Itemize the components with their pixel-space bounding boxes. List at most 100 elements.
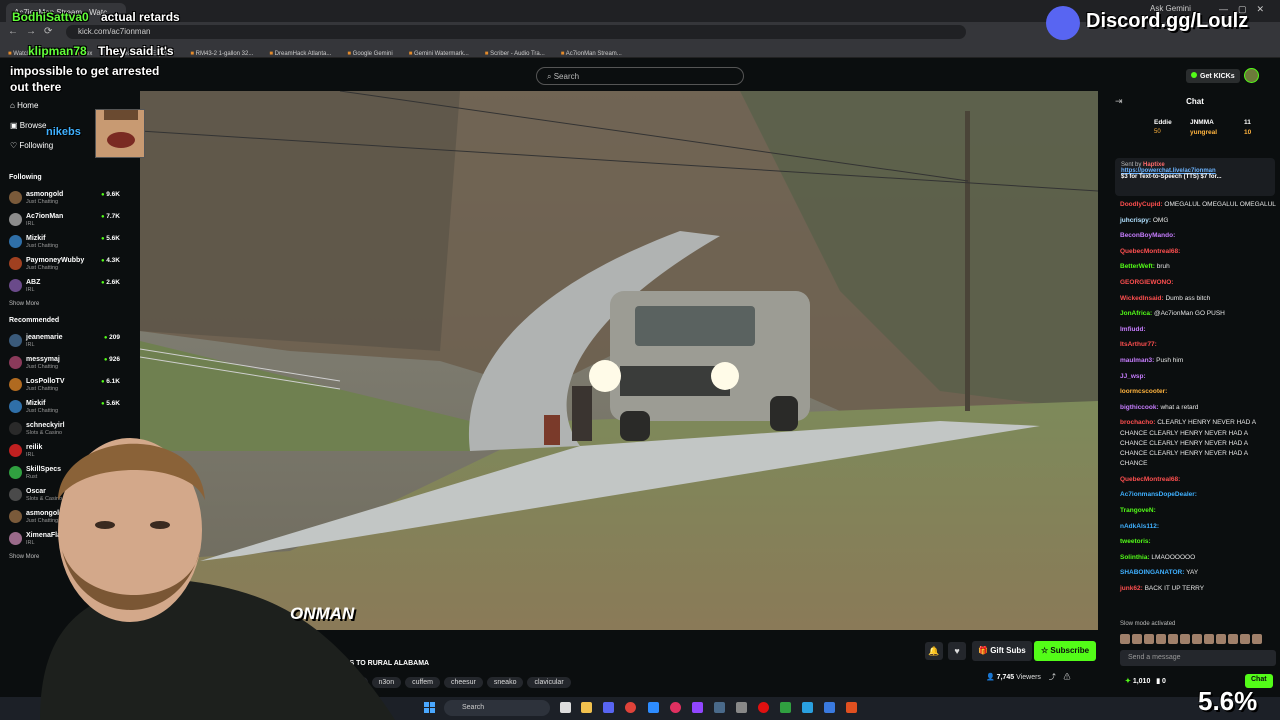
stream-tag[interactable]: clavicular bbox=[527, 677, 571, 688]
chat-username[interactable]: juhcrispy: bbox=[1120, 217, 1151, 224]
stream-tag[interactable]: sneako bbox=[486, 677, 524, 688]
bookmark-item[interactable]: Gemini Watermark... bbox=[401, 47, 477, 57]
emote-icon[interactable] bbox=[1252, 634, 1262, 644]
heart-icon[interactable]: ♥ bbox=[948, 642, 966, 660]
pinned-message[interactable]: Sent by Haptixe https://powerchat.live/a… bbox=[1115, 158, 1275, 196]
sidebar-channel[interactable]: ABZIRL 2.6K bbox=[0, 276, 140, 298]
app-icon[interactable] bbox=[824, 702, 835, 713]
app-icon[interactable] bbox=[603, 702, 614, 713]
search-input[interactable]: ⌕ Search bbox=[536, 67, 744, 85]
taskbar-search[interactable]: Search bbox=[444, 700, 550, 716]
sidebar-channel[interactable]: messymajJust Chatting 926 bbox=[0, 353, 140, 375]
bookmark-item[interactable]: RM43-2 1-gallon 32... bbox=[182, 47, 261, 57]
chat-title: Chat bbox=[1186, 97, 1204, 106]
bell-icon[interactable]: 🔔 bbox=[925, 642, 943, 660]
chat-username[interactable]: maulman3: bbox=[1120, 357, 1154, 364]
emote-icon[interactable] bbox=[1204, 634, 1214, 644]
sidebar-channel[interactable]: Ac7ionManIRL 7.7K bbox=[0, 210, 140, 232]
chat-leaderboard: Eddie 50 JNMMA 11 yungreal 10 bbox=[1144, 118, 1274, 142]
emote-icon[interactable] bbox=[1192, 634, 1202, 644]
brave-icon[interactable] bbox=[846, 702, 857, 713]
chat-username[interactable]: SHABOINGANATOR: bbox=[1120, 569, 1184, 576]
chat-username[interactable]: bigthiccook: bbox=[1120, 404, 1159, 411]
emote-icon[interactable] bbox=[1240, 634, 1250, 644]
task-view-icon[interactable] bbox=[560, 702, 571, 713]
chat-username[interactable]: TrangoveN: bbox=[1120, 507, 1156, 514]
sidebar-channel[interactable]: MizkifJust Chatting 5.6K bbox=[0, 397, 140, 419]
chat-username[interactable]: Solinthia: bbox=[1120, 554, 1150, 561]
chat-username[interactable]: Ac7ionmansDopeDealer: bbox=[1120, 491, 1197, 498]
app-icon[interactable] bbox=[648, 702, 659, 713]
report-icon[interactable]: ⚠ bbox=[1064, 674, 1071, 681]
chrome-icon[interactable] bbox=[625, 702, 636, 713]
show-more-following[interactable]: Show More bbox=[0, 298, 140, 315]
app-icon[interactable] bbox=[670, 702, 681, 713]
overlay-user-1: BodhiSattva0 bbox=[12, 10, 89, 24]
emote-icon[interactable] bbox=[1228, 634, 1238, 644]
emote-icon[interactable] bbox=[1144, 634, 1154, 644]
get-kicks-button[interactable]: Get KICKs bbox=[1186, 69, 1240, 83]
channel-name: messymaj bbox=[26, 356, 60, 363]
channel-category: Just Chatting bbox=[26, 364, 59, 370]
sidebar-channel[interactable]: jeanemarieIRL 209 bbox=[0, 331, 140, 353]
bookmark-item[interactable]: Scriber - Audio Tra... bbox=[477, 47, 553, 57]
app-icon[interactable] bbox=[714, 702, 725, 713]
windows-start-icon[interactable] bbox=[424, 702, 436, 714]
emote-icon[interactable] bbox=[1168, 634, 1178, 644]
small-facecam bbox=[95, 109, 145, 158]
twitch-icon[interactable] bbox=[692, 702, 703, 713]
viewer-number: 7,745 bbox=[996, 674, 1015, 681]
chat-input[interactable]: Send a message bbox=[1120, 650, 1276, 666]
gift-subs-button[interactable]: 🎁 Gift Subs bbox=[972, 641, 1032, 661]
chat-text: what a retard bbox=[1160, 403, 1199, 411]
chat-username[interactable]: brochacho: bbox=[1120, 419, 1155, 426]
chat-username[interactable]: Imfiudd: bbox=[1120, 326, 1146, 333]
get-kicks-label: Get KICKs bbox=[1200, 73, 1235, 80]
emote-icon[interactable] bbox=[1180, 634, 1190, 644]
sidebar-channel[interactable]: PaymoneyWubbyJust Chatting 4.3K bbox=[0, 254, 140, 276]
chat-username[interactable]: tweetoris: bbox=[1120, 538, 1151, 545]
emote-icon[interactable] bbox=[1120, 634, 1130, 644]
chat-username[interactable]: QuebecMontreal68: bbox=[1120, 248, 1180, 255]
chat-username[interactable]: BeconBoyMando: bbox=[1120, 232, 1175, 239]
emote-icon[interactable] bbox=[1132, 634, 1142, 644]
chat-message: SHABOINGANATOR: YAY bbox=[1120, 568, 1276, 578]
chat-username[interactable]: ItsArthur77: bbox=[1120, 341, 1157, 348]
emote-icon[interactable] bbox=[1156, 634, 1166, 644]
url-field[interactable]: kick.com/ac7ionman bbox=[66, 25, 966, 39]
chat-username[interactable]: nAdkAls112: bbox=[1120, 523, 1159, 530]
bookmark-item[interactable]: Ac7ionMan Stream... bbox=[553, 47, 630, 57]
chat-username[interactable]: JonAfrica: bbox=[1120, 310, 1152, 317]
bookmark-item[interactable]: DreamHack Atlanta... bbox=[261, 47, 339, 57]
share-icon[interactable]: ⤴ bbox=[1049, 674, 1056, 681]
chat-username[interactable]: junk62: bbox=[1120, 585, 1143, 592]
bookmark-item[interactable]: Google Gemini bbox=[339, 47, 400, 57]
user-avatar[interactable] bbox=[1244, 68, 1259, 83]
app-icon[interactable] bbox=[780, 702, 791, 713]
emote-bar[interactable] bbox=[1120, 631, 1276, 644]
leader-1-value: 50 bbox=[1154, 129, 1161, 135]
viewers-label: Viewers bbox=[1016, 674, 1041, 681]
sidebar-channel[interactable]: MizkifJust Chatting 5.6K bbox=[0, 232, 140, 254]
subscribe-button[interactable]: ☆ Subscribe bbox=[1034, 641, 1097, 661]
chat-username[interactable]: DoodlyCupid: bbox=[1120, 201, 1163, 208]
file-explorer-icon[interactable] bbox=[581, 702, 592, 713]
screen: Ac7ionMan Stream - Watc Ask Gemini —▢✕ ←… bbox=[0, 0, 1280, 720]
chat-username[interactable]: loormcscooter: bbox=[1120, 388, 1167, 395]
chat-username[interactable]: JJ_wsp: bbox=[1120, 373, 1146, 380]
channel-viewers: 2.6K bbox=[101, 279, 120, 286]
sidebar-channel[interactable]: asmongoldJust Chatting 9.6K bbox=[0, 188, 140, 210]
chat-username[interactable]: GEORGIEWONO: bbox=[1120, 279, 1173, 286]
emote-icon[interactable] bbox=[1216, 634, 1226, 644]
obs-icon[interactable] bbox=[758, 702, 769, 713]
chat-username[interactable]: WickedInsaid: bbox=[1120, 295, 1164, 302]
sidebar-channel[interactable]: LosPolloTVJust Chatting 6.1K bbox=[0, 375, 140, 397]
stream-tag[interactable]: cuffem bbox=[405, 677, 440, 688]
chat-username[interactable]: QuebecMontreal68: bbox=[1120, 476, 1180, 483]
stream-tag[interactable]: cheesur bbox=[443, 677, 483, 688]
telegram-icon[interactable] bbox=[802, 702, 813, 713]
nav-arrows-icon[interactable]: ←→⟳ bbox=[8, 26, 60, 37]
slow-mode-notice: Slow mode activated bbox=[1120, 621, 1176, 627]
chat-username[interactable]: BetterWeft: bbox=[1120, 263, 1155, 270]
app-icon[interactable] bbox=[736, 702, 747, 713]
